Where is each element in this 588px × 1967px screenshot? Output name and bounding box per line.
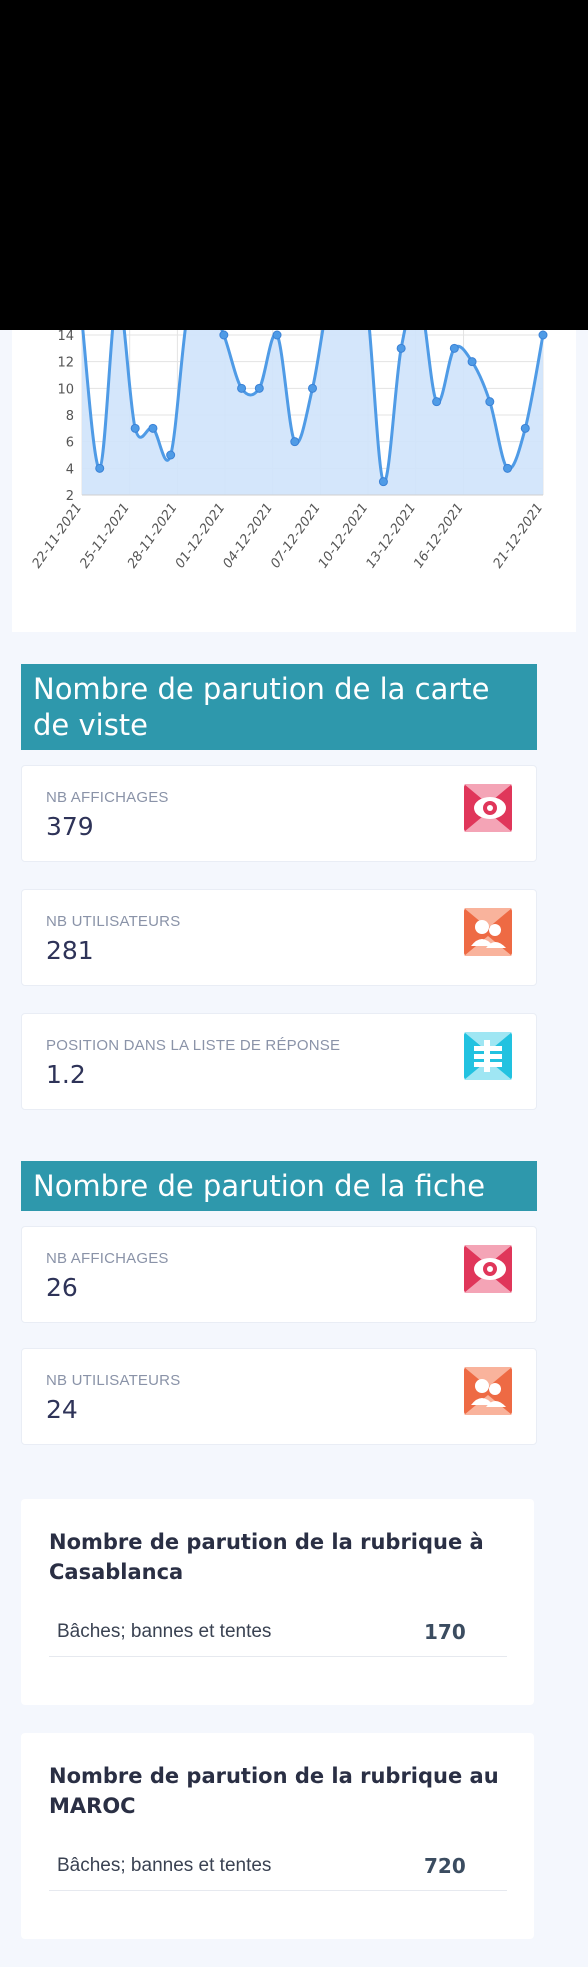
stat-label: NB UTILISATEURS: [46, 913, 181, 930]
x-tick-label: 07-12-2021: [268, 501, 324, 572]
data-point: [148, 423, 158, 433]
x-tick-label: 13-12-2021: [363, 501, 419, 572]
x-tick-label: 16-12-2021: [411, 501, 467, 572]
data-point: [538, 330, 548, 340]
stat-label: NB UTILISATEURS: [46, 1372, 181, 1389]
stat-value: 379: [46, 812, 94, 841]
data-point: [219, 330, 229, 340]
stat-card-fiche-affichages: NB AFFICHAGES 26: [21, 1226, 537, 1323]
data-point: [432, 397, 442, 407]
chart-card: 2 4 6 8 10 12 14 22-11-2021 25-11-2021 28-11-2021…: [12, 330, 576, 632]
top-black-region: [0, 0, 588, 330]
data-point: [503, 463, 513, 473]
stat-card-carte-utilisateurs: NB UTILISATEURS 281: [21, 889, 537, 986]
y-tick-label: 6: [66, 436, 74, 451]
x-tick-label: 04-12-2021: [220, 501, 276, 572]
section-title-carte-text: Nombre de parution de la carte de viste: [33, 672, 490, 742]
rubric-card-casablanca: Nombre de parution de la rubrique à Casa…: [21, 1499, 534, 1705]
stat-card-carte-affichages: NB AFFICHAGES 379: [21, 765, 537, 862]
section-title-fiche-text: Nombre de parution de la fiche: [33, 1169, 486, 1203]
stat-value: 1.2: [46, 1060, 86, 1089]
data-point: [485, 397, 495, 407]
area-fill: [82, 330, 543, 495]
users-icon: [464, 1367, 512, 1415]
rubric-title: Nombre de parution de la rubrique au MAR…: [49, 1764, 499, 1818]
data-point: [130, 423, 140, 433]
users-icon: [464, 908, 512, 956]
y-tick-label: 14: [57, 330, 74, 344]
stat-card-fiche-utilisateurs: NB UTILISATEURS 24: [21, 1348, 537, 1445]
stat-value: 24: [46, 1395, 78, 1424]
data-point: [396, 343, 406, 353]
data-point: [272, 330, 282, 340]
section-title-fiche: Nombre de parution de la fiche: [21, 1161, 537, 1211]
y-tick-label: 8: [66, 409, 74, 424]
data-point: [166, 450, 176, 460]
data-point: [520, 423, 530, 433]
y-tick-label: 4: [66, 462, 74, 477]
rubric-row: Bâches; bannes et tentes 720: [49, 1845, 507, 1891]
line-chart: 246810121422-11-202125-11-202128-11-2021…: [30, 330, 548, 572]
rubric-row: Bâches; bannes et tentes 170: [49, 1611, 507, 1657]
stat-value: 281: [46, 936, 94, 965]
list-icon: [464, 1032, 512, 1080]
stat-label: POSITION DANS LA LISTE DE RÉPONSE: [46, 1037, 341, 1054]
x-tick-label: 28-11-2021: [125, 501, 181, 572]
rubric-name: Bâches; bannes et tentes: [57, 1621, 272, 1642]
eye-icon: [464, 784, 512, 832]
rubric-count: 720: [424, 1854, 466, 1878]
x-tick-label: 21-12-2021: [491, 501, 547, 572]
eye-icon: [464, 1245, 512, 1293]
data-point: [254, 383, 264, 393]
stat-card-carte-position: POSITION DANS LA LISTE DE RÉPONSE 1.2: [21, 1013, 537, 1110]
rubric-card-maroc: Nombre de parution de la rubrique au MAR…: [21, 1733, 534, 1939]
data-point: [290, 437, 300, 447]
data-point: [467, 357, 477, 367]
data-point: [378, 477, 388, 487]
y-tick-label: 12: [57, 356, 74, 371]
data-point: [308, 383, 317, 393]
data-point: [95, 463, 105, 473]
x-tick-label: 25-11-2021: [77, 501, 133, 572]
section-title-carte: Nombre de parution de la carte de viste: [21, 664, 537, 750]
stat-value: 26: [46, 1273, 78, 1302]
y-tick-label: 10: [57, 382, 74, 397]
rubric-name: Bâches; bannes et tentes: [57, 1855, 272, 1876]
stat-label: NB AFFICHAGES: [46, 1250, 169, 1267]
stat-label: NB AFFICHAGES: [46, 789, 169, 806]
x-tick-label: 01-12-2021: [173, 501, 229, 572]
data-point: [449, 343, 459, 353]
x-tick-label: 10-12-2021: [316, 501, 372, 572]
rubric-count: 170: [424, 1620, 466, 1644]
data-point: [237, 383, 247, 393]
x-tick-label: 22-11-2021: [30, 501, 86, 572]
rubric-title: Nombre de parution de la rubrique à Casa…: [49, 1530, 484, 1584]
